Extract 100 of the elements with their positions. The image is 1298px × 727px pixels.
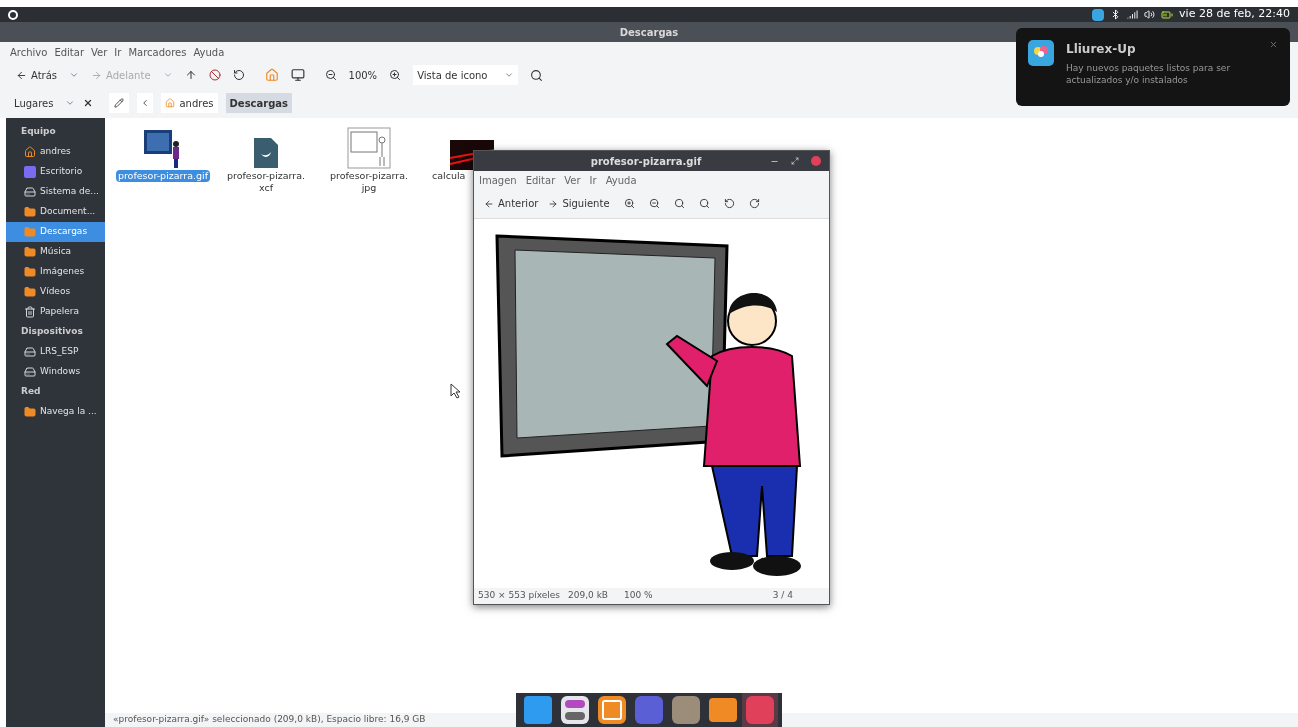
sidebar-item-label: Sistema de... [40,185,99,199]
folder-icon [24,266,36,278]
sidebar-item-label: Papelera [40,305,80,319]
back-arrow-icon [484,198,494,209]
sidebar-item-label: Vídeos [40,285,71,299]
close-icon[interactable] [83,98,94,108]
menu-item[interactable]: Editar [54,44,84,60]
volume-icon[interactable] [1144,9,1156,20]
sidebar-heading: Red [20,385,42,399]
folder-icon [24,206,36,218]
stop-icon[interactable] [208,69,221,81]
caret-icon [503,70,514,80]
trash-icon [24,306,36,318]
computer-icon[interactable] [290,68,305,82]
view-select[interactable]: Vista de icono [413,65,518,85]
drive-icon [24,366,36,378]
launcher-icon[interactable] [8,9,18,20]
sidebar-item-label: Descargas [40,225,88,239]
sidebar-item[interactable]: Papelera [6,302,105,322]
image-size: 530 × 553 píxeles [478,589,560,603]
sidebar-item[interactable]: Imágenes [6,262,105,282]
file-name[interactable]: profesor-pizarra. xcf [224,170,308,194]
zoom-level: 100 % [624,589,653,603]
forward-arrow-icon [548,198,559,209]
sidebar-item-label: LRS_ESP [40,345,79,359]
zoom-level: 100% [348,68,378,83]
folder-icon [24,246,36,258]
search-icon[interactable] [529,68,543,82]
sidebar-item-label: Imágenes [40,265,85,279]
menu-item[interactable]: Ir [589,172,597,188]
sidebar-item-label: Música [40,245,72,259]
sidebar-item[interactable]: LRS_ESP [6,342,105,362]
zoom-in-icon[interactable] [623,198,635,209]
image-position: 3 / 4 [772,589,793,603]
sidebar-heading: Dispositivos [20,325,84,339]
caret-icon [65,98,76,108]
path-button[interactable]: Descargas [225,93,293,113]
sidebar-item-label: andres [40,145,71,159]
sidebar-item-label: Navega la ... [40,405,97,419]
desktop-icon [24,166,36,178]
sidebar-item[interactable]: Escritorio [6,162,105,182]
clock[interactable]: vie 28 de feb, 22:40 [1179,6,1290,23]
viewer-title: profesor-pizarra.gif [589,154,703,169]
zoom-out-icon[interactable] [324,69,337,81]
view-select-value: Vista de icono [417,68,488,83]
sidebar-item[interactable]: Vídeos [6,282,105,302]
previous-button[interactable]: Anterior [484,196,539,211]
places-label: Lugares [14,96,54,111]
menu-item[interactable]: Ir [114,44,122,60]
menu-item[interactable]: Marcadores [128,44,187,60]
maximize-icon[interactable] [791,157,799,165]
drive-icon [24,186,36,198]
sidebar-item[interactable]: Document... [6,202,105,222]
sidebar-item[interactable]: Navega la ... [6,402,105,422]
up-icon[interactable] [184,69,197,81]
home-folder-icon [24,146,36,158]
sidebar-heading: Equipo [20,125,57,139]
sidebar-item-label: Escritorio [40,165,83,179]
reload-icon[interactable] [232,69,245,81]
sidebar-item[interactable]: andres [6,142,105,162]
battery-icon[interactable] [1161,8,1174,21]
balloons-app-icon [1028,40,1054,66]
home-folder-icon [165,98,176,108]
pencil-icon [114,98,125,108]
zoom-in-icon[interactable] [389,69,402,81]
menu-item[interactable]: Archivo [10,44,48,60]
folder-icon [24,226,36,238]
zoom-out-icon[interactable] [648,198,660,209]
menu-item[interactable]: Ver [91,44,108,60]
file-name[interactable]: profesor-pizarra. jpg [327,170,411,194]
sidebar-item[interactable]: Sistema de... [6,182,105,202]
drive-icon [24,346,36,358]
sidebar-item-label: Windows [40,365,81,379]
sidebar-item[interactable]: Música [6,242,105,262]
forward-arrow-icon [91,69,103,81]
sidebar-item[interactable]: Windows [6,362,105,382]
mouse-cursor [450,383,462,399]
notification-title: Lliurex-Up [1066,41,1137,58]
document-icon [252,136,280,170]
folder-icon [24,286,36,298]
file-size: 209,0 kB [568,589,609,603]
menu-item[interactable]: Ayuda [193,44,225,60]
folder-icon [24,406,36,418]
path-button[interactable]: andres [161,93,218,113]
menu-item[interactable]: Ayuda [605,172,637,188]
signal-icon[interactable] [1127,9,1139,20]
teacher-sketch-thumbnail [347,126,391,170]
menu-item[interactable]: Editar [525,172,556,188]
menu-item[interactable]: Imagen [479,172,517,188]
menu-item[interactable]: Ver [564,172,581,188]
next-button[interactable]: Siguiente [548,196,610,211]
rotate-left-icon[interactable] [723,198,735,209]
notification-body: Hay nuevos paquetes listos para ser actualizados y/o instalados [1066,62,1232,86]
back-arrow-icon [16,69,27,81]
edit-location-button[interactable] [109,93,130,113]
sidebar-item-label: Document... [40,205,96,219]
places-select[interactable]: Lugares [14,95,76,111]
back-button[interactable]: Atrás [16,67,58,83]
rotate-right-icon[interactable] [748,198,760,209]
file-name[interactable]: calcula [430,170,468,182]
